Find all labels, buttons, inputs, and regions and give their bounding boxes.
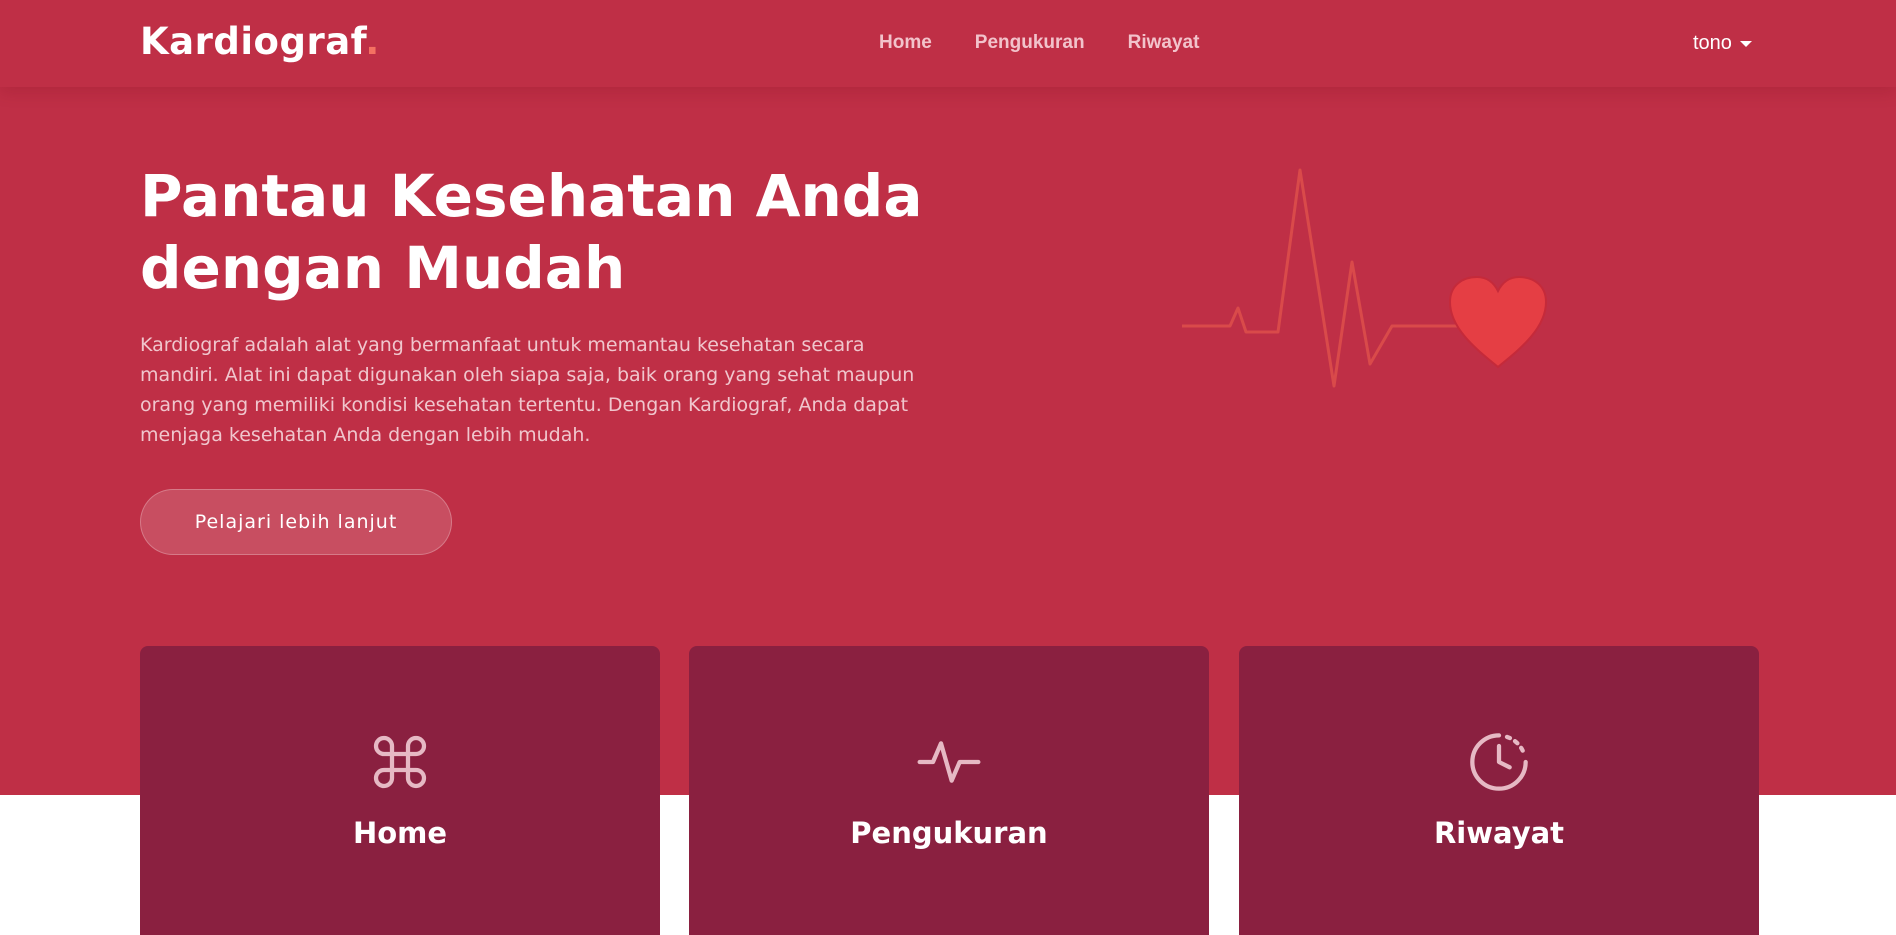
- activity-icon: [917, 741, 981, 783]
- card-title-home: Home: [352, 816, 448, 850]
- learn-more-button[interactable]: Pelajari lebih lanjut: [140, 489, 452, 555]
- card-riwayat[interactable]: Riwayat: [1239, 646, 1759, 935]
- nav-link-home[interactable]: Home: [879, 32, 932, 54]
- navbar: Kardiograf. Home Pengukuran Riwayat tono: [0, 0, 1896, 87]
- card-pengukuran[interactable]: Pengukuran: [689, 646, 1209, 935]
- hero-title: Pantau Kesehatan Anda dengan Mudah: [140, 162, 923, 302]
- ecg-line-icon: [1182, 168, 1470, 388]
- brand-name: Kardiograf: [140, 20, 366, 63]
- hero-description: Kardiograf adalah alat yang bermanfaat u…: [140, 334, 915, 446]
- clock-icon: [1470, 733, 1528, 791]
- card-title-pengukuran: Pengukuran: [850, 816, 1048, 850]
- nav-link-riwayat[interactable]: Riwayat: [1128, 32, 1200, 54]
- card-title-riwayat: Riwayat: [1433, 816, 1565, 850]
- caret-down-icon: [1739, 40, 1752, 47]
- brand-logo[interactable]: Kardiograf.: [140, 20, 380, 63]
- nav-links: Home Pengukuran Riwayat: [879, 32, 1242, 54]
- user-name: tono: [1693, 32, 1732, 54]
- heart-icon: [1448, 275, 1548, 369]
- card-home[interactable]: Home: [140, 646, 660, 935]
- command-icon: [373, 735, 427, 789]
- user-dropdown[interactable]: tono: [1693, 32, 1752, 55]
- brand-dot: .: [365, 20, 380, 63]
- heartbeat-illustration: [1182, 168, 1548, 388]
- nav-link-pengukuran[interactable]: Pengukuran: [975, 32, 1085, 54]
